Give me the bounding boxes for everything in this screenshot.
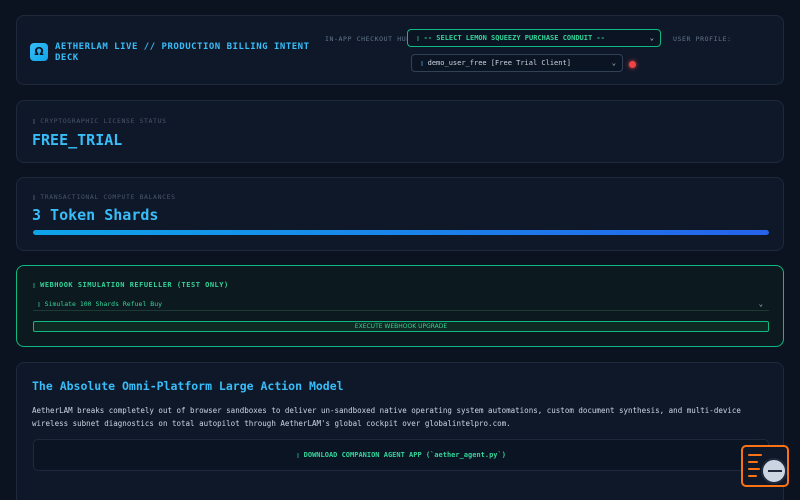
license-status-label-row: ▯ CRYPTOGRAPHIC LICENSE STATUS (32, 117, 167, 125)
hero-panel: The Absolute Omni-Platform Large Action … (16, 362, 784, 500)
webhook-title-row: ▯ WEBHOOK SIMULATION REFUELLER (TEST ONLY… (32, 281, 229, 289)
user-profile-label: USER PROFILE: (673, 35, 732, 43)
license-status-value: FREE_TRIAL (32, 131, 123, 149)
execute-webhook-upgrade-button[interactable]: EXECUTE WEBHOOK UPGRADE (33, 321, 769, 332)
webhook-refuel-select[interactable]: ▯ Simulate 100 Shards Refuel Buy ⌄ (33, 297, 769, 311)
user-icon: ▯ (420, 60, 424, 67)
balance-progress-fill (33, 230, 769, 235)
app-title: AETHERLAM LIVE // PRODUCTION BILLING INT… (55, 42, 310, 63)
license-status-label: CRYPTOGRAPHIC LICENSE STATUS (40, 117, 167, 125)
widget-avatar-icon (761, 458, 787, 484)
chevron-down-icon: ⌄ (758, 300, 763, 308)
header-panel: Ω AETHERLAM LIVE // PRODUCTION BILLING I… (16, 15, 784, 85)
chat-widget-icon[interactable] (741, 445, 789, 487)
webhook-refuel-select-value: Simulate 100 Shards Refuel Buy (44, 300, 163, 308)
download-agent-button[interactable]: ▯ DOWNLOAD COMPANION AGENT APP (`aether_a… (33, 439, 769, 471)
checkout-hub-label: IN-APP CHECKOUT HUB: (325, 35, 416, 43)
compute-balance-label: TRANSACTIONAL COMPUTE BALANCES (40, 193, 176, 201)
cart-icon: ▯ (416, 35, 420, 42)
balance-progress-bar (33, 230, 769, 235)
lock-icon: ▯ (32, 118, 37, 125)
coin-icon: ▯ (32, 194, 37, 201)
status-dot-icon (629, 61, 636, 68)
user-profile-select-value: demo_user_free [Free Trial Client] (427, 59, 571, 67)
download-icon: ▯ (296, 452, 300, 459)
widget-line (748, 475, 757, 477)
app-logo-icon: Ω (30, 43, 48, 61)
webhook-title: WEBHOOK SIMULATION REFUELLER (TEST ONLY) (40, 281, 229, 289)
download-agent-button-label: DOWNLOAD COMPANION AGENT APP (`aether_ag… (303, 451, 506, 459)
license-status-panel: ▯ CRYPTOGRAPHIC LICENSE STATUS FREE_TRIAL (16, 100, 784, 163)
widget-line (748, 461, 758, 463)
compute-balance-panel: ▯ TRANSACTIONAL COMPUTE BALANCES 3 Token … (16, 177, 784, 251)
widget-line (748, 454, 762, 456)
chevron-down-icon: ⌄ (611, 59, 616, 67)
bolt-icon: ▯ (32, 282, 37, 289)
hero-title: The Absolute Omni-Platform Large Action … (32, 379, 344, 393)
compute-balance-value: 3 Token Shards (32, 206, 159, 224)
chevron-down-icon: ⌄ (649, 34, 654, 42)
hero-description: AetherLAM breaks completely out of brows… (32, 406, 741, 428)
webhook-simulation-panel: ▯ WEBHOOK SIMULATION REFUELLER (TEST ONLY… (16, 265, 784, 347)
checkout-hub-select-value: -- SELECT LEMON SQUEEZY PURCHASE CONDUIT… (423, 34, 605, 42)
checkout-hub-select[interactable]: ▯ -- SELECT LEMON SQUEEZY PURCHASE CONDUI… (407, 29, 661, 47)
flask-icon: ▯ (37, 301, 41, 308)
widget-line (748, 468, 760, 470)
user-profile-select[interactable]: ▯ demo_user_free [Free Trial Client] ⌄ (411, 54, 623, 72)
compute-balance-label-row: ▯ TRANSACTIONAL COMPUTE BALANCES (32, 193, 176, 201)
